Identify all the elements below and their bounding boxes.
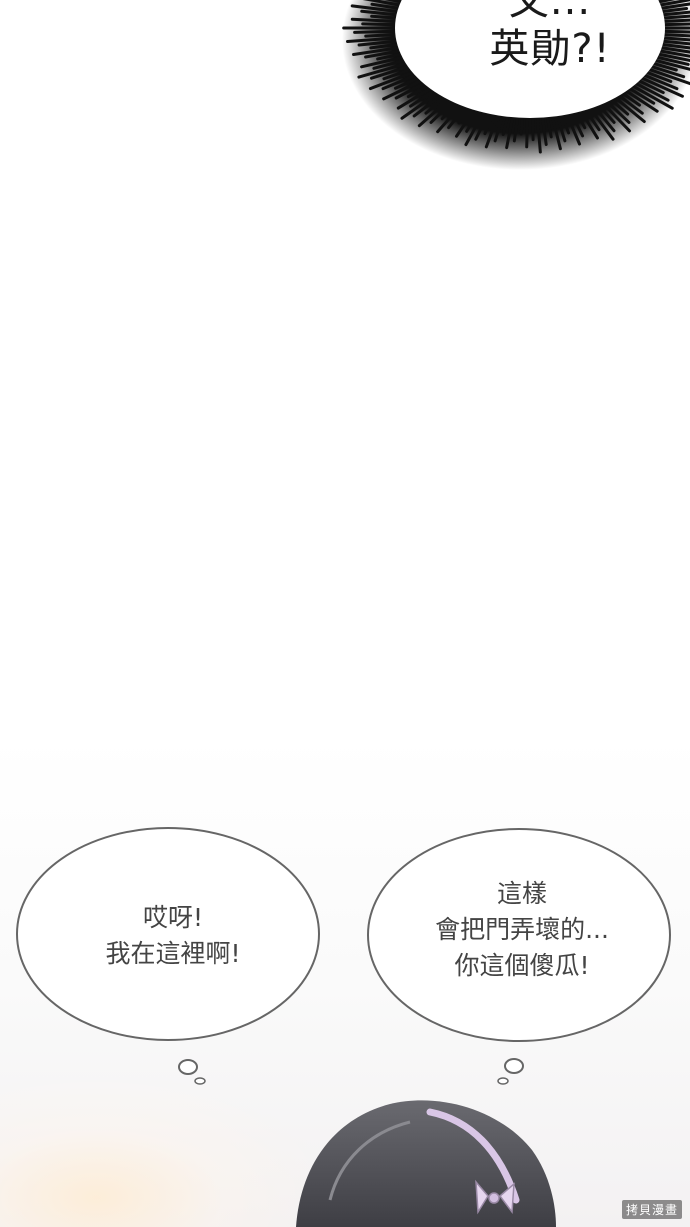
watermark-label: 拷貝漫畫 [621,1200,682,1219]
character-hair [296,1100,556,1227]
character-illustration [296,1100,556,1227]
